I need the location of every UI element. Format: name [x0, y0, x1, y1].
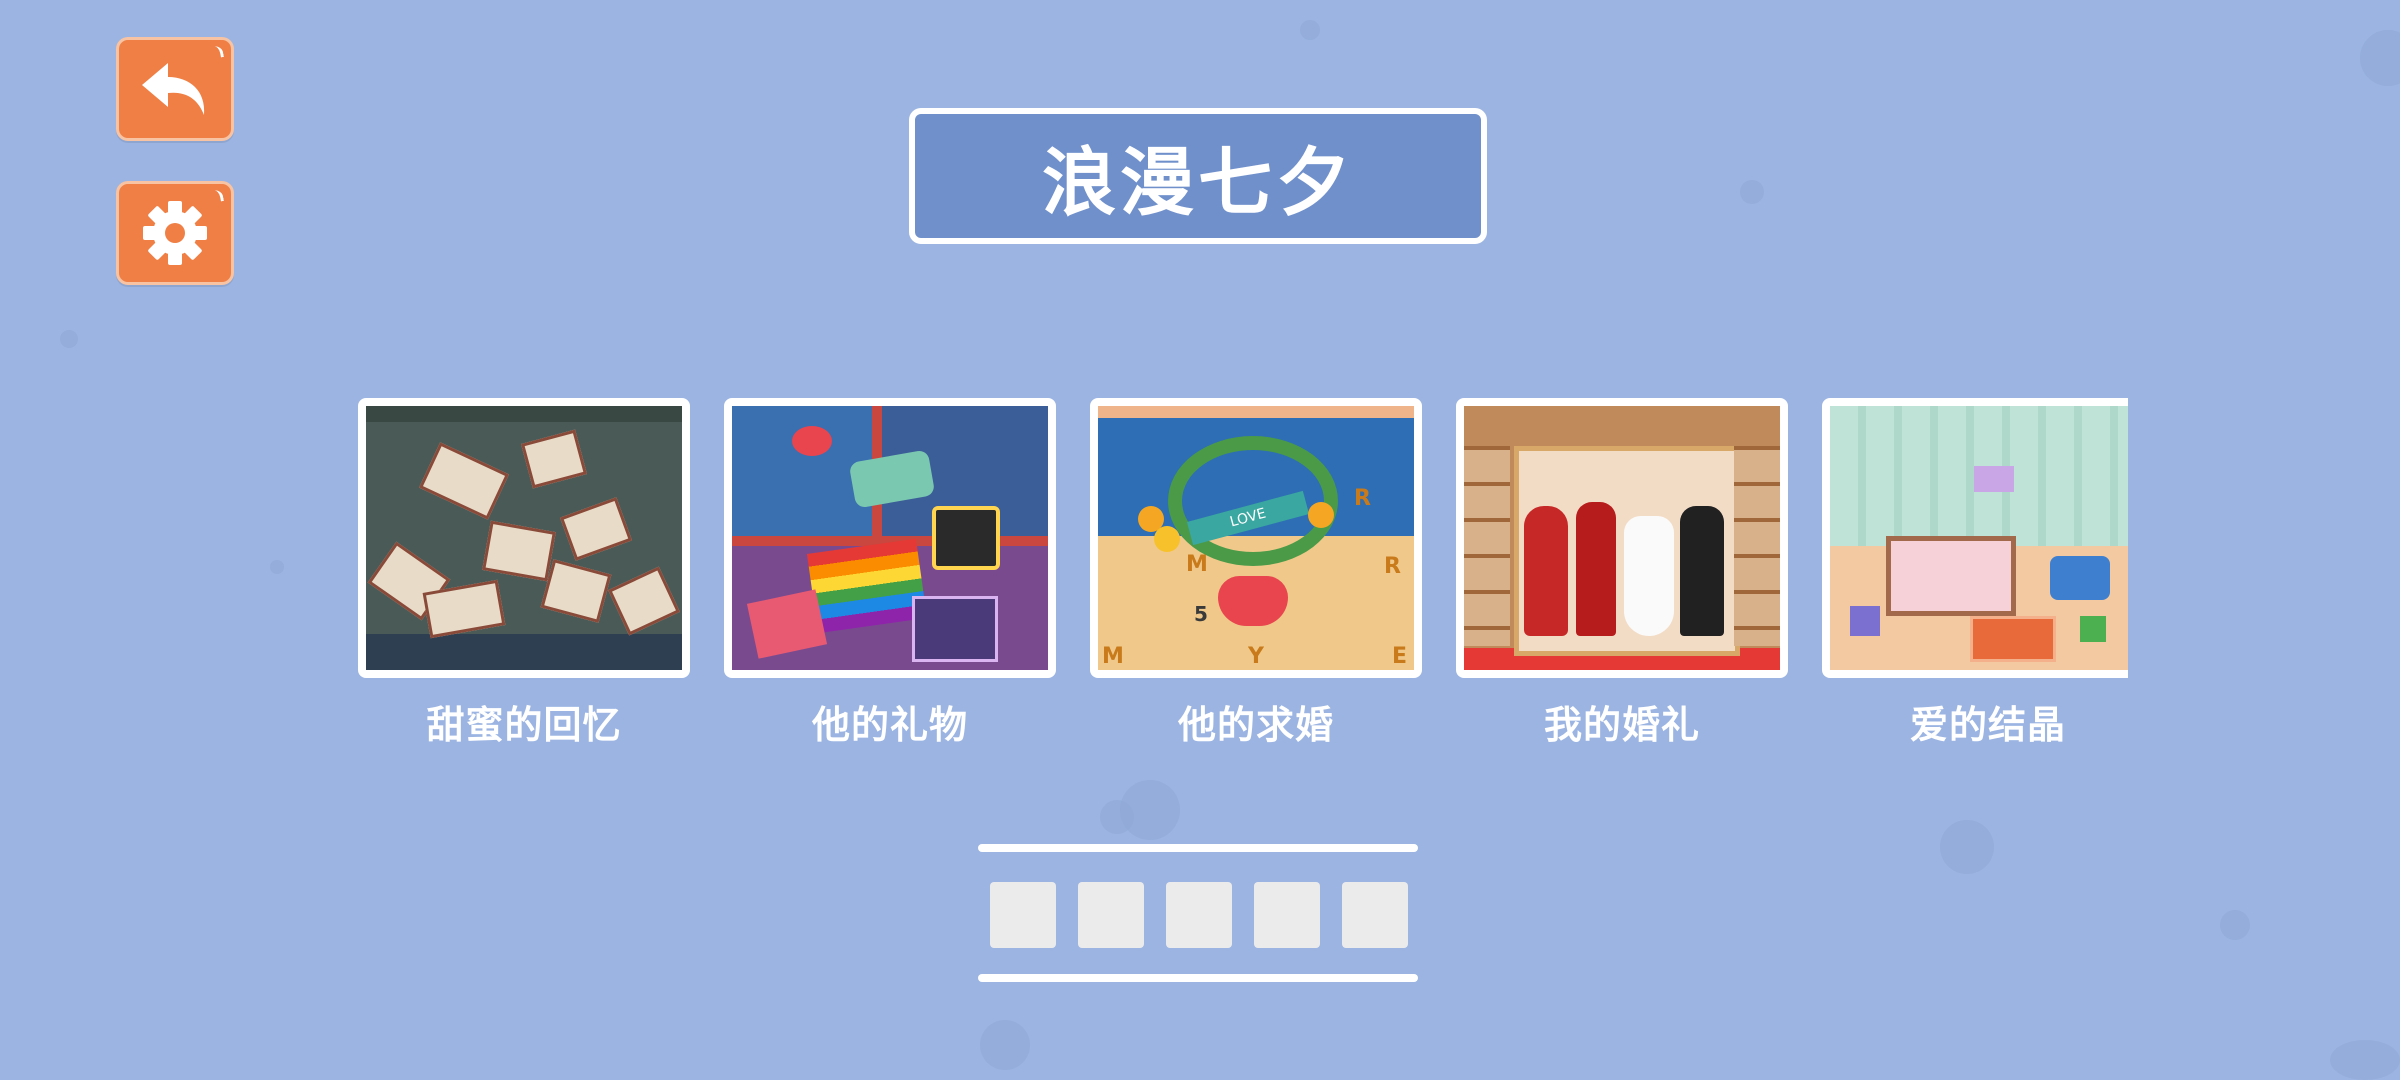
- shelf-box: [1974, 466, 2014, 492]
- letter-block: E: [1392, 644, 1408, 669]
- black-suit: [1680, 506, 1724, 636]
- photo-frame: [521, 429, 587, 489]
- rainbow-gift: [806, 538, 928, 634]
- background-speckle: [1300, 20, 1320, 40]
- background-speckle: [270, 560, 284, 574]
- background-speckle: [60, 330, 78, 348]
- level-card-3[interactable]: LOVE M R R 5 M Y E 他的求婚: [1090, 398, 1422, 749]
- photo-frame: [559, 497, 633, 561]
- toy-block: [1850, 606, 1880, 636]
- armchair: [2050, 556, 2110, 600]
- back-arrow-icon: [142, 63, 205, 115]
- pager-bottom-line: [978, 974, 1418, 982]
- page-title: 浪漫七夕: [1042, 139, 1354, 226]
- wedding-wardrobe-scene: [1464, 406, 1780, 670]
- level-label: 爱的结晶: [1909, 703, 2066, 747]
- background-speckle: [1940, 820, 1994, 874]
- proposal-scene: LOVE M R R 5 M Y E: [1098, 406, 1414, 670]
- photo-frame: [418, 442, 510, 520]
- page-indicator-3[interactable]: [1166, 882, 1232, 948]
- level-card-1[interactable]: 甜蜜的回忆: [358, 398, 690, 749]
- level-card-5[interactable]: 爱的结晶: [1822, 398, 2154, 749]
- background-speckle: [980, 1020, 1030, 1070]
- gift-box: [912, 596, 998, 662]
- letter-block: M: [1102, 644, 1124, 669]
- crib: [1886, 536, 2016, 616]
- back-button[interactable]: [116, 37, 234, 141]
- photo-frame: [482, 520, 556, 582]
- page-indicator-5[interactable]: [1342, 882, 1408, 948]
- level-thumbnail: [358, 398, 690, 678]
- letter-block: R: [1354, 486, 1371, 511]
- letter-block: Y: [1248, 644, 1264, 669]
- level-thumbnail: [1822, 398, 2128, 678]
- gift-box: [1970, 616, 2056, 662]
- record-player: [932, 506, 1000, 570]
- page-indicator-2[interactable]: [1078, 882, 1144, 948]
- shoe-shelf: [1464, 446, 1510, 646]
- number-block: 5: [1194, 602, 1208, 626]
- white-dress: [1624, 516, 1674, 636]
- toy-block: [2080, 616, 2106, 642]
- heart-cushion: [1218, 576, 1288, 626]
- memories-wall-scene: [366, 406, 682, 670]
- top-trim: [1098, 406, 1414, 418]
- level-thumbnail: LOVE M R R 5 M Y E: [1090, 398, 1422, 678]
- gift-shelf-scene: [732, 406, 1048, 670]
- shoe-shelf: [1734, 446, 1780, 646]
- page-indicator-1[interactable]: [990, 882, 1056, 948]
- red-gown: [1524, 506, 1568, 636]
- level-label: 他的礼物: [811, 703, 968, 747]
- letter-block: M: [1186, 552, 1208, 577]
- background-speckle: [1120, 780, 1180, 840]
- background-speckle: [2220, 910, 2250, 940]
- nursery-scene: [1830, 406, 2128, 670]
- bow: [792, 426, 832, 456]
- level-label: 甜蜜的回忆: [426, 703, 622, 747]
- balloon: [1308, 502, 1334, 528]
- red-robe: [1576, 502, 1616, 636]
- level-thumbnail: [724, 398, 1056, 678]
- flower-wreath: [1168, 436, 1338, 566]
- photo-frame: [540, 559, 612, 623]
- background-speckle: [2330, 1040, 2400, 1080]
- level-label: 我的婚礼: [1543, 703, 1700, 747]
- balloon: [1154, 526, 1180, 552]
- gear-icon: [143, 201, 207, 265]
- level-label: 他的求婚: [1177, 703, 1334, 747]
- level-card-2[interactable]: 他的礼物: [724, 398, 1056, 749]
- floor: [366, 634, 682, 670]
- photo-frame: [608, 566, 680, 636]
- settings-button[interactable]: [116, 181, 234, 285]
- title-panel: 浪漫七夕: [909, 108, 1487, 244]
- level-thumbnail: [1456, 398, 1788, 678]
- page-indicator-4[interactable]: [1254, 882, 1320, 948]
- background-speckle: [1740, 180, 1764, 204]
- pager-top-line: [978, 844, 1418, 852]
- rail: [366, 406, 682, 422]
- letter-block: R: [1384, 554, 1401, 579]
- level-card-4[interactable]: 我的婚礼: [1456, 398, 1788, 749]
- background-speckle: [2360, 30, 2400, 86]
